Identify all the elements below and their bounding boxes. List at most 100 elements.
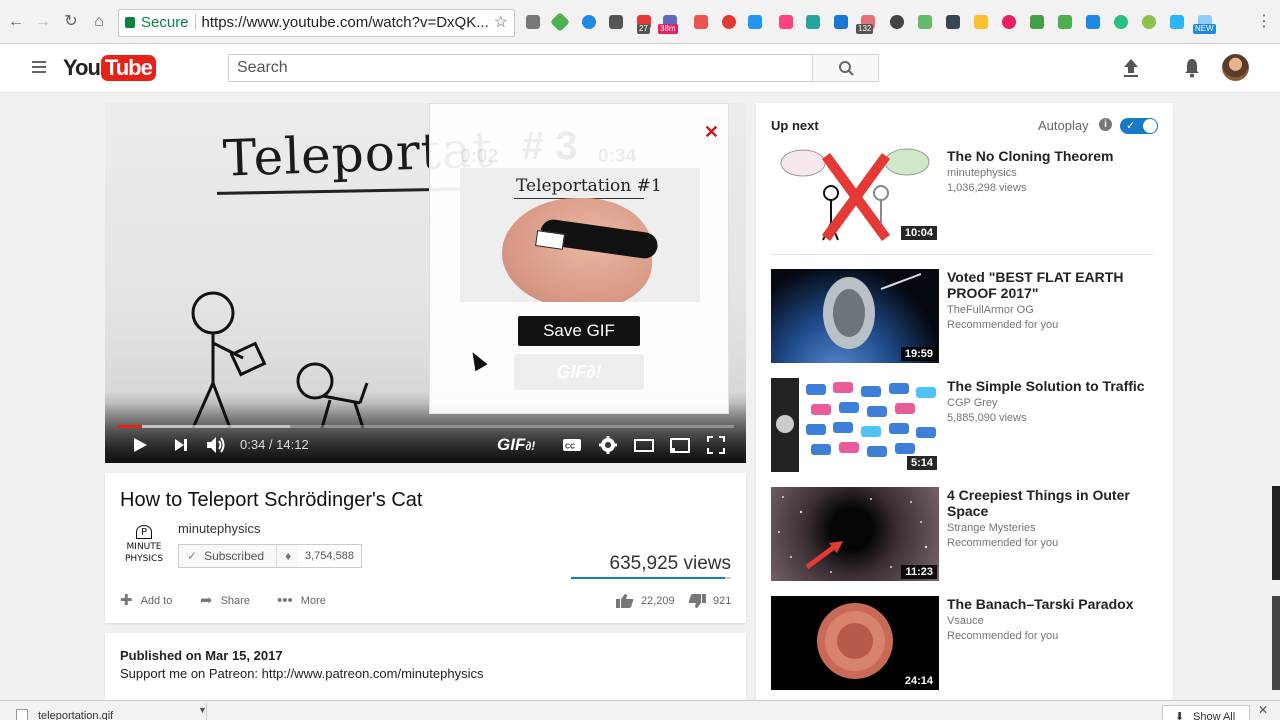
translate-extension-icon[interactable] bbox=[1086, 15, 1100, 29]
extension-icon[interactable] bbox=[694, 15, 708, 29]
autoplay-divider bbox=[771, 254, 1153, 255]
upload-icon[interactable] bbox=[1121, 57, 1141, 79]
extension-icon[interactable] bbox=[1142, 15, 1156, 29]
progress-bar[interactable] bbox=[117, 425, 734, 428]
grammarly-extension-icon[interactable] bbox=[1114, 15, 1128, 29]
video-thumbnail[interactable]: 11:23 bbox=[771, 487, 939, 581]
search-input[interactable]: Search bbox=[228, 54, 813, 82]
address-bar[interactable]: Secure https://www.youtube.com/watch?v=Dx… bbox=[118, 9, 515, 37]
progress-buffered bbox=[117, 425, 290, 428]
ghost-gif-sparkle-icon: ∂! bbox=[586, 362, 602, 382]
extension-icon[interactable] bbox=[890, 15, 904, 29]
video-channel: Strange Mysteries bbox=[947, 522, 1036, 534]
video-meta: Recommended for you bbox=[947, 537, 1059, 549]
info-icon[interactable]: i bbox=[1099, 118, 1112, 131]
forward-icon[interactable]: → bbox=[33, 12, 53, 32]
svg-text:CC: CC bbox=[565, 444, 575, 451]
autoplay-label: Autoplay bbox=[1038, 118, 1089, 133]
up-next-video[interactable]: 10:04 The No Cloning Theorem minutephysi… bbox=[771, 148, 1153, 242]
extension-icon[interactable] bbox=[779, 15, 793, 29]
youtube-logo[interactable]: You Tube bbox=[63, 53, 156, 83]
extension-icon[interactable] bbox=[748, 15, 762, 29]
show-all-label: Show All bbox=[1193, 711, 1236, 720]
search-button[interactable] bbox=[812, 54, 879, 82]
plus-icon: ✚ bbox=[120, 592, 133, 609]
view-count: 635,925 views bbox=[609, 553, 731, 574]
extension-icon[interactable] bbox=[582, 15, 596, 29]
show-all-button[interactable]: ⬇ Show All bbox=[1162, 705, 1250, 720]
chrome-menu-icon[interactable]: ⋮ bbox=[1254, 12, 1274, 32]
extension-icon[interactable] bbox=[974, 15, 988, 29]
video-channel: Vsauce bbox=[947, 615, 984, 627]
back-icon[interactable]: ← bbox=[6, 12, 26, 32]
video-title[interactable]: The Banach–Tarski Paradox bbox=[947, 596, 1147, 612]
up-next-video[interactable]: 5:14 The Simple Solution to Traffic CGP … bbox=[771, 378, 1153, 472]
cast-icon[interactable] bbox=[669, 433, 691, 457]
video-title[interactable]: The Simple Solution to Traffic bbox=[947, 378, 1147, 394]
video-duration: 11:23 bbox=[901, 565, 937, 579]
more-button[interactable]: ••• More bbox=[277, 593, 326, 609]
up-next-video[interactable]: 24:14 The Banach–Tarski Paradox Vsauce R… bbox=[771, 596, 1153, 690]
video-meta: Recommended for you bbox=[947, 630, 1059, 642]
video-thumbnail[interactable]: 10:04 bbox=[771, 148, 939, 242]
extension-icon[interactable] bbox=[806, 15, 820, 29]
channel-logo[interactable]: P MINUTE PHYSICS bbox=[120, 525, 168, 573]
location-extension-icon[interactable] bbox=[722, 15, 736, 29]
theater-mode-icon[interactable] bbox=[633, 433, 655, 457]
avatar[interactable] bbox=[1222, 54, 1249, 81]
extension-icon[interactable] bbox=[1170, 15, 1184, 29]
channel-name[interactable]: minutephysics bbox=[178, 521, 260, 536]
extension-icon[interactable] bbox=[1058, 15, 1072, 29]
download-item[interactable]: teleportation.gif bbox=[10, 703, 207, 720]
gif-it-button[interactable]: GIF∂! bbox=[497, 433, 535, 458]
extension-icon[interactable] bbox=[834, 15, 848, 29]
reload-icon[interactable]: ↻ bbox=[61, 12, 81, 32]
extension-badge: 38m bbox=[658, 24, 678, 34]
video-title[interactable]: Voted "BEST FLAT EARTH PROOF 2017" bbox=[947, 269, 1147, 301]
save-gif-button[interactable]: Save GIF bbox=[518, 316, 640, 346]
extension-icon[interactable] bbox=[526, 15, 540, 29]
video-thumbnail[interactable]: 5:14 bbox=[771, 378, 939, 472]
video-thumbnail[interactable]: 24:14 bbox=[771, 596, 939, 690]
extension-icon[interactable] bbox=[918, 15, 932, 29]
extension-icon[interactable] bbox=[609, 15, 623, 29]
up-next-video[interactable]: 19:59 Voted "BEST FLAT EARTH PROOF 2017"… bbox=[771, 269, 1153, 363]
subscribe-button[interactable]: ✓ Subscribed ♦ bbox=[178, 544, 301, 568]
captions-icon[interactable]: CC bbox=[562, 433, 582, 457]
browser-toolbar: ← → ↻ ⌂ Secure https://www.youtube.com/wa… bbox=[0, 0, 1280, 44]
close-icon[interactable]: ✕ bbox=[704, 122, 719, 143]
share-button[interactable]: ➦ Share bbox=[200, 593, 250, 609]
time-display: 0:34 / 14:12 bbox=[240, 437, 309, 452]
autoplay-toggle[interactable]: ✓ bbox=[1120, 118, 1158, 134]
notification-bell-icon[interactable]: ♦ bbox=[276, 545, 291, 567]
next-icon[interactable] bbox=[172, 433, 190, 457]
settings-gear-icon[interactable] bbox=[598, 433, 618, 457]
bookmark-star-icon[interactable]: ☆ bbox=[494, 10, 508, 36]
secure-indicator[interactable]: Secure bbox=[119, 14, 189, 31]
dislike-button[interactable]: 921 bbox=[687, 593, 731, 609]
logo-text-tube: Tube bbox=[100, 55, 156, 81]
video-title[interactable]: The No Cloning Theorem bbox=[947, 148, 1147, 164]
extension-icon[interactable] bbox=[946, 15, 960, 29]
drive-extension-icon[interactable] bbox=[550, 12, 570, 32]
video-duration: 24:14 bbox=[900, 674, 937, 688]
video-title[interactable]: 4 Creepiest Things in Outer Space bbox=[947, 487, 1147, 519]
menu-icon[interactable] bbox=[32, 61, 46, 73]
like-button[interactable]: 22,209 bbox=[615, 593, 675, 609]
share-arrow-icon: ➦ bbox=[200, 592, 213, 609]
extension-icon[interactable] bbox=[1002, 15, 1016, 29]
volume-icon[interactable] bbox=[205, 433, 227, 457]
video-duration: 19:59 bbox=[900, 347, 937, 361]
home-icon[interactable]: ⌂ bbox=[89, 12, 109, 32]
progress-played bbox=[117, 425, 142, 428]
check-extension-icon[interactable] bbox=[1030, 15, 1044, 29]
fullscreen-icon[interactable] bbox=[706, 433, 726, 457]
video-thumbnail[interactable]: 19:59 bbox=[771, 269, 939, 363]
chevron-down-icon[interactable]: ▼ bbox=[198, 705, 207, 715]
up-next-video[interactable]: 11:23 4 Creepiest Things in Outer Space … bbox=[771, 487, 1153, 581]
like-ratio-bar bbox=[571, 577, 731, 579]
play-icon[interactable] bbox=[131, 433, 149, 457]
notifications-bell-icon[interactable] bbox=[1182, 57, 1202, 79]
add-to-button[interactable]: ✚ Add to bbox=[120, 593, 172, 609]
close-icon[interactable]: ✕ bbox=[1258, 703, 1268, 717]
